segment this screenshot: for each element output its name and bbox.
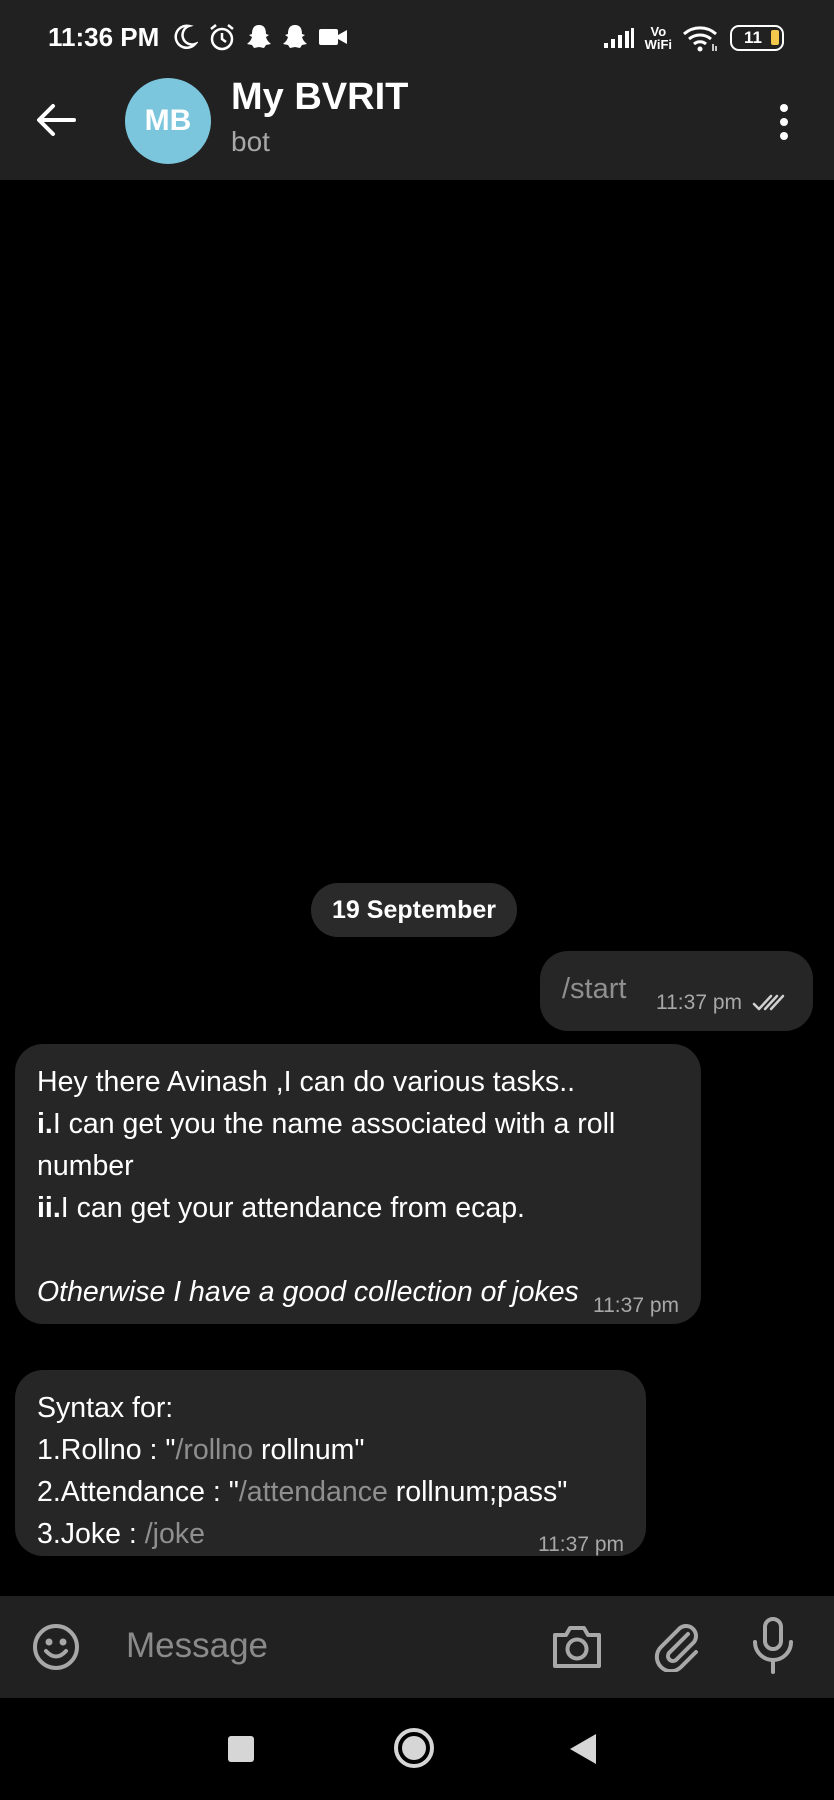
vowifi-label-bottom: WiFi [644, 37, 672, 52]
message-line: 2.Attendance : "/attendance rollnum;pass… [37, 1476, 567, 1509]
message-time: 11:37 pm [593, 1294, 679, 1317]
chat-subtitle: bot [231, 126, 270, 157]
camera-button[interactable] [550, 1620, 604, 1674]
message-text: 3.Joke : [37, 1518, 145, 1550]
message-text: Syntax for: [37, 1392, 174, 1424]
bot-command-link[interactable]: /rollno [175, 1434, 253, 1466]
snapchat-icon [283, 25, 307, 48]
message-line: Hey there Avinash ,I can do various task… [37, 1066, 575, 1099]
list-marker: ii. [37, 1192, 61, 1224]
back-button[interactable] [30, 94, 82, 146]
status-icons-right: Vo WiFi 11 [603, 20, 784, 56]
status-icons-left [172, 22, 348, 52]
more-vert-icon-dot [780, 132, 788, 140]
composer-bar [0, 1596, 834, 1698]
more-options-button[interactable] [764, 98, 804, 146]
message-text: I can get you the name associated with a… [52, 1108, 616, 1140]
chat-header: MB My BVRIT bot [0, 62, 834, 180]
message-line: 1.Rollno : "/rollno rollnum" [37, 1434, 365, 1467]
incoming-message[interactable]: Syntax for: 1.Rollno : "/rollno rollnum"… [15, 1370, 646, 1556]
message-time: 11:37 pm [656, 991, 742, 1014]
attach-button[interactable] [652, 1618, 702, 1674]
microphone-icon [753, 1617, 793, 1674]
recent-apps-button[interactable] [228, 1736, 254, 1762]
message-list[interactable]: 19 September /start 11:37 pm Hey there A… [0, 180, 834, 1596]
status-time: 11:36 PM [48, 22, 160, 52]
bot-command-link[interactable]: /joke [145, 1518, 205, 1550]
message-text: Otherwise I have a good collection of jo… [37, 1276, 579, 1308]
message-text: 2.Attendance : " [37, 1476, 239, 1508]
back-nav-button[interactable] [570, 1734, 596, 1764]
message-line: Syntax for: [37, 1392, 173, 1425]
snapchat-icon [247, 25, 271, 48]
outgoing-message[interactable]: /start 11:37 pm [540, 951, 813, 1031]
date-separator: 19 September [311, 883, 517, 937]
message-text: rollnum" [253, 1434, 365, 1466]
battery-fill [771, 30, 779, 45]
paperclip-icon [654, 1624, 698, 1674]
message-text[interactable]: /start [562, 973, 626, 1006]
more-vert-icon-dot [780, 118, 788, 126]
message-line: number [37, 1150, 134, 1183]
arrow-left-icon [37, 104, 76, 136]
avatar[interactable]: MB [125, 78, 211, 164]
message-input[interactable] [126, 1618, 516, 1674]
list-marker: i. [37, 1108, 53, 1140]
message-line: Otherwise I have a good collection of jo… [37, 1276, 579, 1309]
message-text: Hey there Avinash ,I can do various task… [37, 1066, 576, 1098]
message-meta: 11:37 pm [656, 991, 786, 1015]
incoming-message[interactable]: Hey there Avinash ,I can do various task… [15, 1044, 701, 1324]
video-camera-icon [319, 29, 347, 45]
message-line: ii.I can get your attendance from ecap. [37, 1192, 525, 1225]
message-text: I can get your attendance from ecap. [60, 1192, 525, 1224]
message-text: 1.Rollno : " [37, 1434, 176, 1466]
more-vert-icon [780, 104, 788, 112]
wifi-icon [683, 26, 717, 52]
battery-icon: 11 [730, 25, 784, 51]
message-time: 11:37 pm [538, 1533, 624, 1556]
voice-record-button[interactable] [750, 1616, 796, 1676]
status-bar: 11:36 PM Vo WiFi 11 [0, 0, 834, 62]
smiley-icon [33, 1624, 79, 1670]
message-text: number [37, 1150, 134, 1182]
battery-level-text: 11 [744, 28, 762, 47]
system-nav-bar [0, 1698, 834, 1800]
camera-icon [553, 1626, 601, 1668]
home-button[interactable] [394, 1728, 434, 1768]
chat-title[interactable]: My BVRIT [231, 76, 408, 119]
message-line: i.I can get you the name associated with… [37, 1108, 615, 1141]
bot-command-link[interactable]: /attendance [239, 1476, 388, 1508]
emoji-button[interactable] [31, 1622, 81, 1672]
moon-icon [174, 24, 198, 49]
vowifi-icon: Vo WiFi [645, 25, 672, 51]
home-icon [402, 1736, 426, 1760]
alarm-icon [210, 24, 234, 51]
message-line: 3.Joke : /joke [37, 1518, 205, 1551]
double-check-icon [752, 994, 785, 1011]
message-text: rollnum;pass" [387, 1476, 568, 1508]
signal-icon [603, 28, 634, 48]
